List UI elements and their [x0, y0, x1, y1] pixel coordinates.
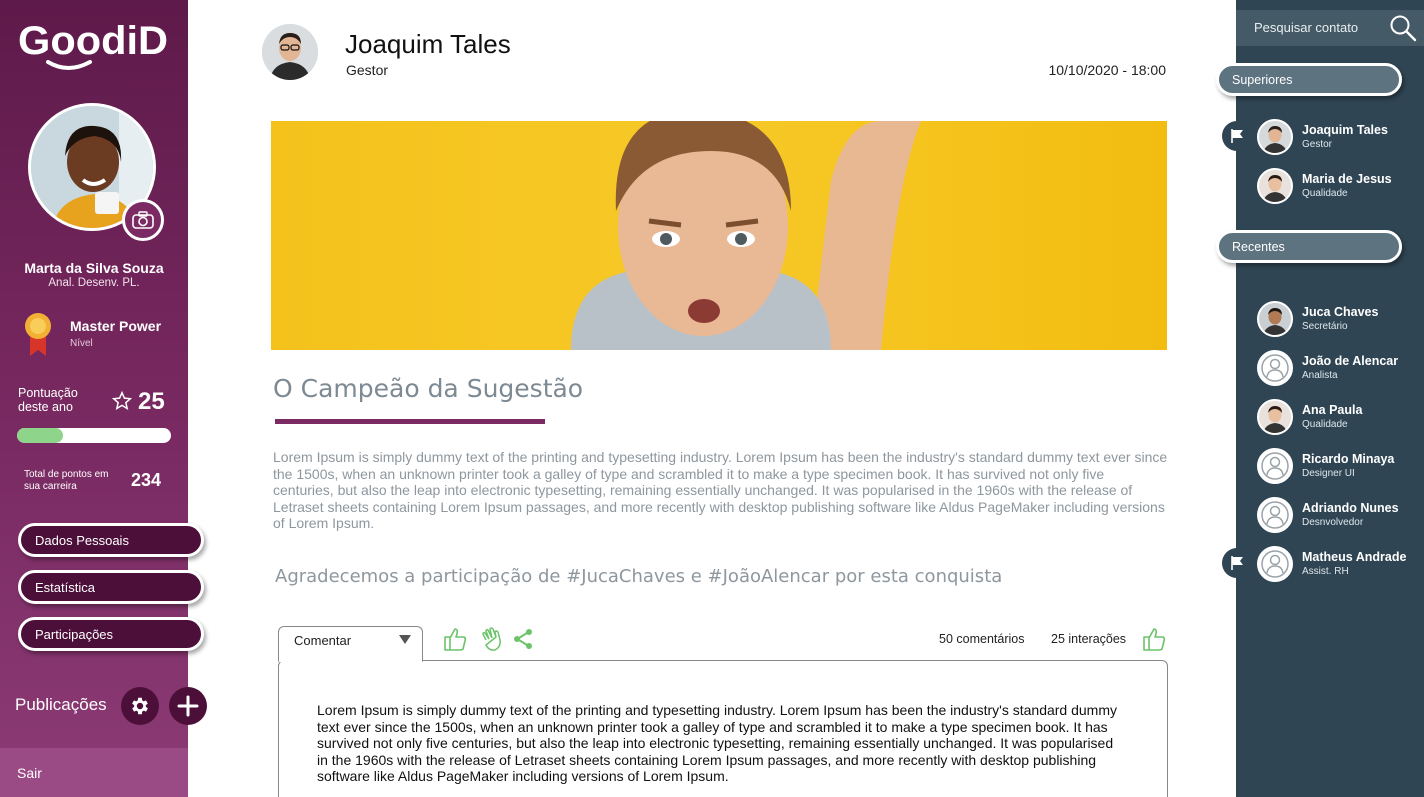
add-publication-button[interactable]: [169, 687, 207, 725]
post-banner-image: [271, 121, 1167, 350]
contact-name: Matheus Andrade: [1302, 550, 1407, 564]
contact-item[interactable]: Juca Chaves Secretário: [1257, 301, 1417, 339]
svg-text:GoodiD: GoodiD: [18, 19, 168, 63]
share-icon[interactable]: [512, 628, 534, 650]
contact-item[interactable]: Adriando Nunes Desnvolvedor: [1257, 497, 1417, 535]
change-photo-button[interactable]: [122, 199, 164, 241]
contact-name: Joaquim Tales: [1302, 123, 1388, 137]
like-icon[interactable]: [442, 626, 468, 652]
post-thanks: Agradecemos a participação de #JucaChave…: [275, 566, 1003, 587]
nav-estatistica[interactable]: Estatística: [18, 570, 204, 604]
comment-dropdown[interactable]: Comentar: [278, 626, 423, 662]
contact-name: Maria de Jesus: [1302, 172, 1392, 186]
publications-label: Publicações: [15, 695, 107, 714]
search-icon[interactable]: [1389, 14, 1417, 42]
comment-text: Lorem Ipsum is simply dummy text of the …: [317, 702, 1118, 785]
contact-name: João de Alencar: [1302, 354, 1399, 368]
contact-role: Gestor: [1302, 139, 1333, 150]
contact-role: Designer UI: [1302, 468, 1355, 479]
contact-role: Qualidade: [1302, 188, 1348, 199]
left-sidebar: GoodiD Marta da Silva Souza Anal. Desenv…: [0, 0, 207, 797]
search-placeholder: Pesquisar contato: [1254, 20, 1359, 35]
user-role: Anal. Desenv. PL.: [48, 277, 140, 289]
contact-name: Ana Paula: [1302, 403, 1363, 417]
post-body: Lorem Ipsum is simply dummy text of the …: [273, 449, 1168, 532]
contact-item[interactable]: João de Alencar Analista: [1257, 350, 1417, 388]
contact-avatar: [1257, 399, 1293, 435]
score-progress-bar: [17, 428, 171, 443]
contact-item[interactable]: Joaquim Tales Gestor: [1257, 119, 1417, 157]
interactions-like-icon[interactable]: [1141, 626, 1167, 652]
goodid-logo: GoodiD: [18, 19, 168, 70]
recent-section[interactable]: Recentes: [1216, 230, 1402, 263]
contact-name: Ricardo Minaya: [1302, 452, 1395, 466]
profile-avatar: [28, 103, 164, 241]
clap-icon[interactable]: [480, 626, 506, 652]
chevron-down-icon: [399, 635, 411, 644]
contact-role: Secretário: [1302, 321, 1348, 332]
post-author-name[interactable]: Joaquim Tales: [345, 29, 511, 60]
interactions-count[interactable]: 25 interações: [1051, 632, 1126, 646]
contact-item[interactable]: Ana Paula Qualidade: [1257, 399, 1417, 437]
contact-avatar: [1257, 119, 1293, 155]
camera-icon: [132, 211, 154, 229]
gear-icon: [132, 697, 148, 715]
contact-role: Qualidade: [1302, 419, 1348, 430]
post-author-role: Gestor: [346, 62, 389, 78]
contact-avatar: [1257, 350, 1293, 386]
contact-avatar: [1257, 497, 1293, 533]
total-points-value: 234: [131, 470, 162, 490]
contact-item[interactable]: Ricardo Minaya Designer UI: [1257, 448, 1417, 486]
user-name: Marta da Silva Souza: [24, 260, 164, 276]
plus-icon: [177, 695, 199, 717]
contact-avatar: [1257, 301, 1293, 337]
flag-icon[interactable]: [1222, 548, 1252, 578]
settings-button[interactable]: [121, 687, 159, 725]
post-date: 10/10/2020 - 18:00: [1048, 62, 1166, 78]
comment-tab-label: Comentar: [294, 633, 352, 648]
comments-count[interactable]: 50 comentários: [939, 632, 1024, 646]
flag-icon[interactable]: [1222, 121, 1252, 151]
contact-role: Assist. RH: [1302, 566, 1349, 577]
contact-role: Analista: [1302, 370, 1338, 381]
score-label: Pontuação deste ano: [18, 386, 78, 414]
post-title: O Campeão da Sugestão: [273, 374, 584, 403]
superiors-section[interactable]: Superiores: [1216, 63, 1402, 96]
contact-avatar: [1257, 546, 1293, 582]
total-points-label: Total de pontos em sua carreira: [24, 469, 109, 492]
nav-participacoes[interactable]: Participações: [18, 617, 204, 651]
score-value: 25: [138, 388, 165, 415]
nav-dados-pessoais[interactable]: Dados Pessoais: [18, 523, 204, 557]
contact-item[interactable]: Matheus Andrade Assist. RH: [1257, 546, 1417, 584]
score-progress-fill: [17, 428, 64, 443]
medal-icon: [25, 313, 51, 356]
contact-avatar: [1257, 168, 1293, 204]
contact-role: Desnvolvedor: [1302, 517, 1364, 528]
level-label: Nível: [70, 338, 93, 349]
level-name: Master Power: [70, 318, 162, 334]
contact-item[interactable]: Maria de Jesus Qualidade: [1257, 168, 1417, 206]
logout-button[interactable]: Sair: [17, 765, 42, 781]
title-underline: [275, 419, 545, 424]
contact-name: Adriando Nunes: [1302, 501, 1399, 515]
contact-avatar: [1257, 448, 1293, 484]
star-icon: [112, 391, 132, 411]
contact-name: Juca Chaves: [1302, 305, 1379, 319]
author-avatar[interactable]: [262, 24, 318, 80]
